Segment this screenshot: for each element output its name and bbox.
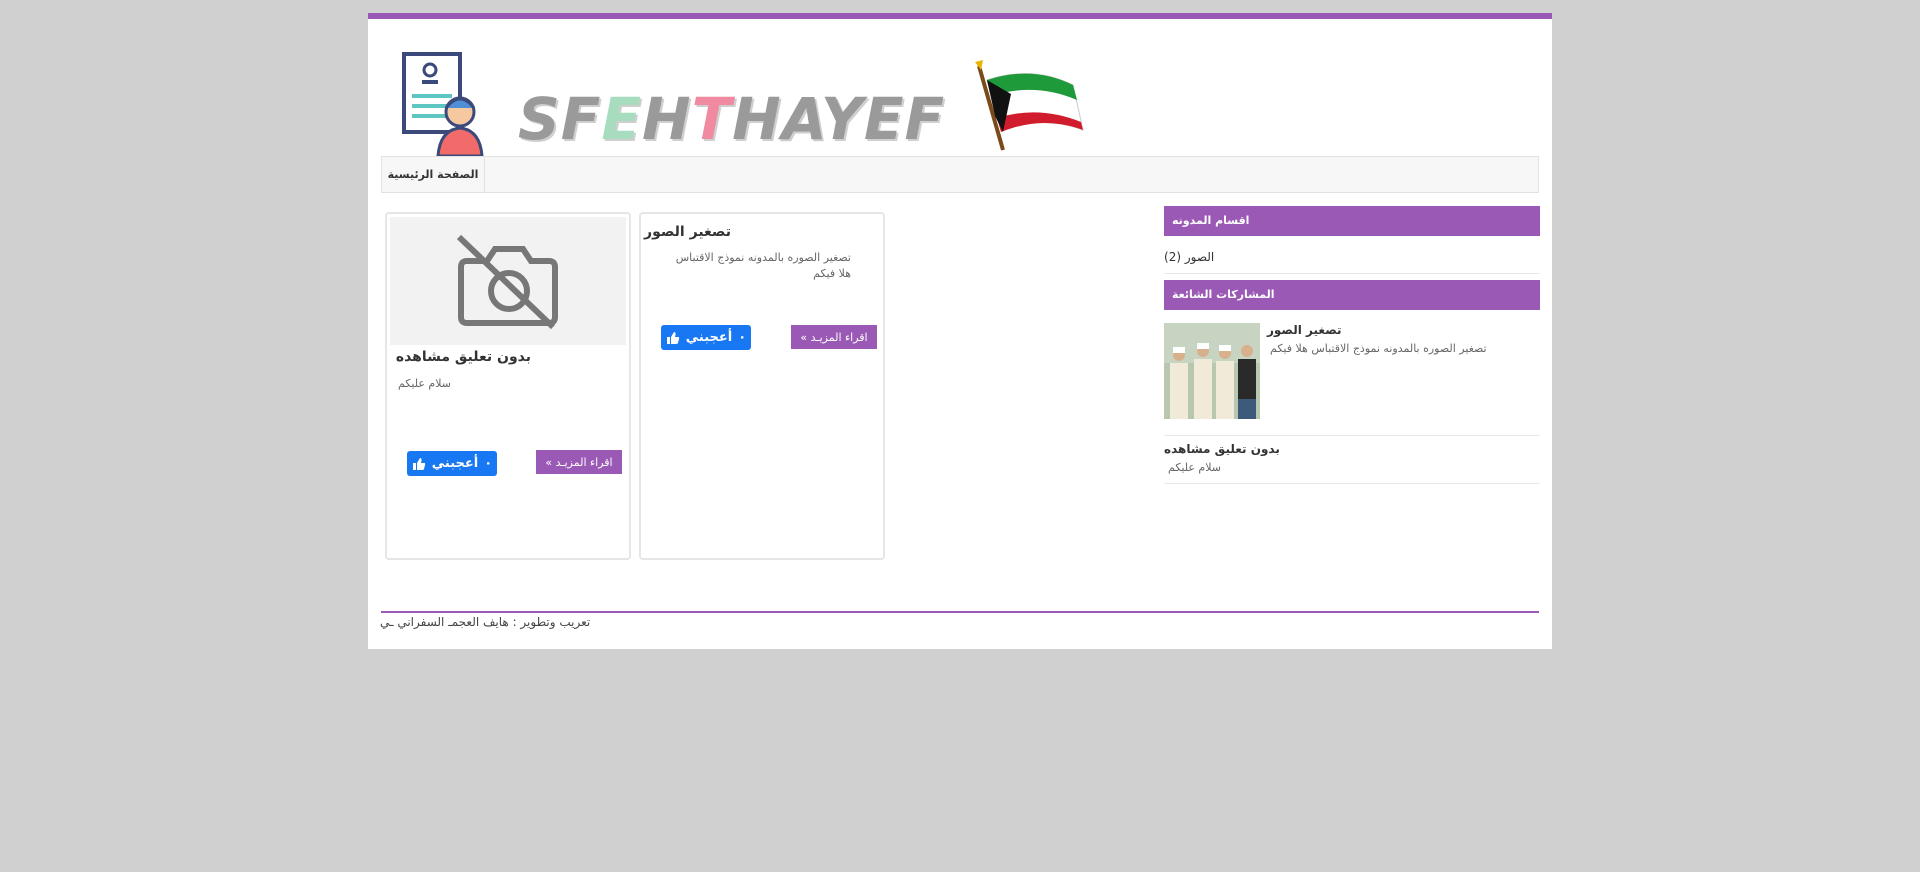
like-count: ٠ xyxy=(738,330,747,345)
post-title[interactable]: تصغير الصور xyxy=(644,224,731,240)
kuwait-flag-icon xyxy=(975,60,1084,151)
thumbs-up-icon xyxy=(412,457,425,470)
categories-widget-title: اقسام المدونه xyxy=(1164,206,1540,236)
post-card: تصغير الصور تصغير الصوره بالمدونه نموذج … xyxy=(639,212,885,560)
divider xyxy=(1164,273,1540,274)
post-thumbnail[interactable] xyxy=(390,217,626,345)
popular-post-title[interactable]: بدون تعليق مشاهده xyxy=(1164,442,1280,456)
like-button[interactable]: أعجبني ٠ xyxy=(407,451,497,476)
like-label: أعجبني xyxy=(431,456,479,471)
main-navbar: الصفحة الرئيسية xyxy=(381,156,1539,193)
like-label: أعجبني xyxy=(685,330,733,345)
site-logo-text[interactable]: SFEHTHAYEF xyxy=(518,85,945,153)
divider xyxy=(1164,435,1540,436)
popular-widget-title: المشاركات الشائعة xyxy=(1164,280,1540,310)
popular-post-excerpt: سلام عليكم xyxy=(1168,461,1222,474)
logo-part-3: H xyxy=(642,85,692,153)
nav-home-link[interactable]: الصفحة الرئيسية xyxy=(382,157,485,192)
divider xyxy=(1164,483,1540,484)
thumbs-up-icon xyxy=(666,331,679,344)
popular-post-title[interactable]: تصغير الصور xyxy=(1267,323,1342,337)
logo-part-5: HAYEF xyxy=(732,85,946,153)
footer-divider xyxy=(381,611,1539,613)
read-more-button[interactable]: « اقراء المزيـد xyxy=(791,325,877,349)
post-card: بدون تعليق مشاهده سلام عليكم « اقراء الم… xyxy=(385,212,631,560)
no-image-camera-icon xyxy=(456,234,558,329)
popular-post-excerpt: تصغير الصوره بالمدونه نموذج الاقتباس هلا… xyxy=(1270,342,1487,355)
category-count: (2) xyxy=(1164,250,1182,264)
like-button[interactable]: أعجبني ٠ xyxy=(661,325,751,350)
post-excerpt: تصغير الصوره بالمدونه نموذج الاقتباس هلا… xyxy=(675,251,851,280)
logo-part-1: SF xyxy=(518,85,602,153)
category-link[interactable]: الصور (2) xyxy=(1164,250,1214,264)
popular-post-thumbnail[interactable] xyxy=(1164,323,1260,419)
post-excerpt: سلام عليكم xyxy=(397,377,451,390)
footer-credit: تعريب وتطوير : هايف العجمـ السفراني ـي xyxy=(380,615,591,629)
like-count: ٠ xyxy=(484,456,493,471)
read-more-button[interactable]: « اقراء المزيـد xyxy=(536,450,622,474)
resume-user-icon xyxy=(402,52,484,158)
category-label: الصور xyxy=(1184,250,1215,264)
logo-part-4: T xyxy=(691,85,733,153)
logo-part-2: E xyxy=(601,85,643,153)
post-title[interactable]: بدون تعليق مشاهده xyxy=(396,349,531,365)
